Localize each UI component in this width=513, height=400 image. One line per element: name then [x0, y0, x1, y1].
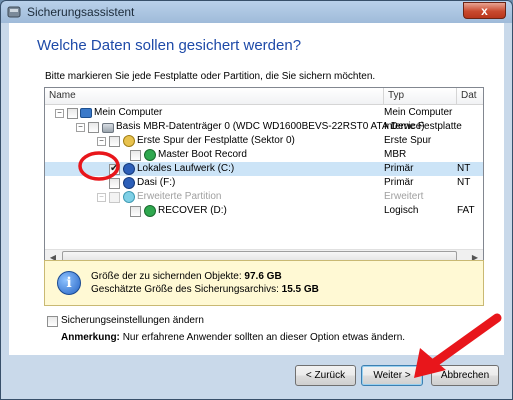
change-settings-checkbox[interactable]: [47, 316, 58, 327]
collapse-icon[interactable]: −: [97, 193, 106, 202]
wizard-window: Sicherungsassistent x Welche Daten solle…: [0, 0, 513, 400]
row-checkbox[interactable]: [109, 162, 120, 176]
row-type: Primär: [384, 177, 414, 188]
row-type: Mein Computer: [384, 107, 453, 118]
row-checkbox[interactable]: [130, 150, 141, 161]
tree-row[interactable]: − Basis MBR-Datenträger 0 (WDC WD1600BEV…: [45, 120, 483, 134]
note-label: Anmerkung:: [61, 332, 120, 343]
computer-icon: [80, 108, 92, 118]
row-checkbox[interactable]: [88, 122, 99, 133]
row-checkbox[interactable]: [109, 178, 120, 189]
size-value: 97.6 GB: [244, 271, 282, 282]
partition-icon: [144, 205, 156, 217]
tree-row[interactable]: Dasi (F:) Primär NT: [45, 176, 483, 190]
instruction-text: Bitte markieren Sie jede Festplatte oder…: [45, 71, 376, 82]
app-icon: [7, 6, 21, 18]
tree-row[interactable]: − Erweiterte Partition Erweitert: [45, 190, 483, 204]
row-name: Erste Spur der Festplatte (Sektor 0): [137, 135, 295, 146]
row-data: FAT: [457, 205, 475, 216]
back-button[interactable]: < Zurück: [295, 365, 356, 386]
page-heading: Welche Daten sollen gesichert werden?: [37, 37, 302, 54]
row-name: Dasi (F:): [137, 177, 176, 188]
size-info-box: i Größe der zu sichernden Objekte: 97.6 …: [44, 260, 484, 306]
next-button[interactable]: Weiter >: [361, 365, 423, 386]
tree-row[interactable]: − Mein Computer Mein Computer: [45, 106, 483, 120]
hard-disk-icon: [102, 123, 114, 133]
change-settings-label[interactable]: Sicherungseinstellungen ändern: [61, 315, 204, 326]
column-header-name[interactable]: Name: [45, 88, 384, 105]
window-title: Sicherungsassistent: [27, 5, 135, 19]
row-checkbox[interactable]: [109, 136, 120, 147]
column-header-typ[interactable]: Typ: [384, 88, 457, 105]
tree-row[interactable]: RECOVER (D:) Logisch FAT: [45, 204, 483, 218]
row-type: Interne Festplatte: [384, 121, 462, 132]
size-line: Größe der zu sichernden Objekte: 97.6 GB: [91, 271, 282, 282]
archive-size-line: Geschätzte Größe des Sicherungsarchivs: …: [91, 284, 319, 295]
note-body: Nur erfahrene Anwender sollten an dieser…: [122, 332, 406, 343]
collapse-icon[interactable]: −: [55, 109, 64, 118]
info-icon: i: [57, 271, 81, 295]
row-data: NT: [457, 177, 471, 188]
disk-tree: Name Typ Dat − Mein Computer Mein Comput…: [44, 87, 484, 267]
row-data: NT: [457, 163, 471, 174]
row-name: Erweiterte Partition: [137, 191, 222, 202]
size-label: Größe der zu sichernden Objekte:: [91, 271, 242, 282]
title-bar: Sicherungsassistent x: [1, 1, 512, 23]
row-name: Basis MBR-Datenträger 0 (WDC WD1600BEVS-…: [116, 121, 425, 132]
tree-row-selected[interactable]: Lokales Laufwerk (C:) Primär NT: [45, 162, 483, 176]
tree-row[interactable]: Master Boot Record MBR: [45, 148, 483, 162]
row-checkbox[interactable]: [130, 206, 141, 217]
row-type: Erweitert: [384, 191, 424, 202]
column-header-dat[interactable]: Dat: [457, 88, 483, 105]
mbr-icon: [144, 149, 156, 161]
collapse-icon[interactable]: −: [97, 137, 106, 146]
partition-icon: [123, 177, 135, 189]
wizard-page: Welche Daten sollen gesichert werden? Bi…: [9, 23, 504, 355]
row-name: Lokales Laufwerk (C:): [137, 163, 235, 174]
row-name: Master Boot Record: [158, 149, 247, 160]
row-name: Mein Computer: [94, 107, 163, 118]
row-type: Primär: [384, 163, 414, 174]
row-name: RECOVER (D:): [158, 205, 227, 216]
row-checkbox[interactable]: [67, 108, 78, 119]
extended-partition-icon: [123, 191, 135, 203]
collapse-icon[interactable]: −: [76, 123, 85, 132]
row-checkbox: [109, 192, 120, 203]
archive-size-value: 15.5 GB: [281, 284, 319, 295]
row-type: MBR: [384, 149, 407, 160]
tree-row[interactable]: − Erste Spur der Festplatte (Sektor 0) E…: [45, 134, 483, 148]
row-type: Logisch: [384, 205, 419, 216]
disk-track-icon: [123, 135, 135, 147]
row-type: Erste Spur: [384, 135, 432, 146]
cancel-button[interactable]: Abbrechen: [431, 365, 499, 386]
close-button[interactable]: x: [463, 2, 506, 19]
note-text: Anmerkung: Nur erfahrene Anwender sollte…: [61, 332, 405, 343]
archive-size-label: Geschätzte Größe des Sicherungsarchivs:: [91, 284, 279, 295]
partition-icon: [123, 163, 135, 175]
